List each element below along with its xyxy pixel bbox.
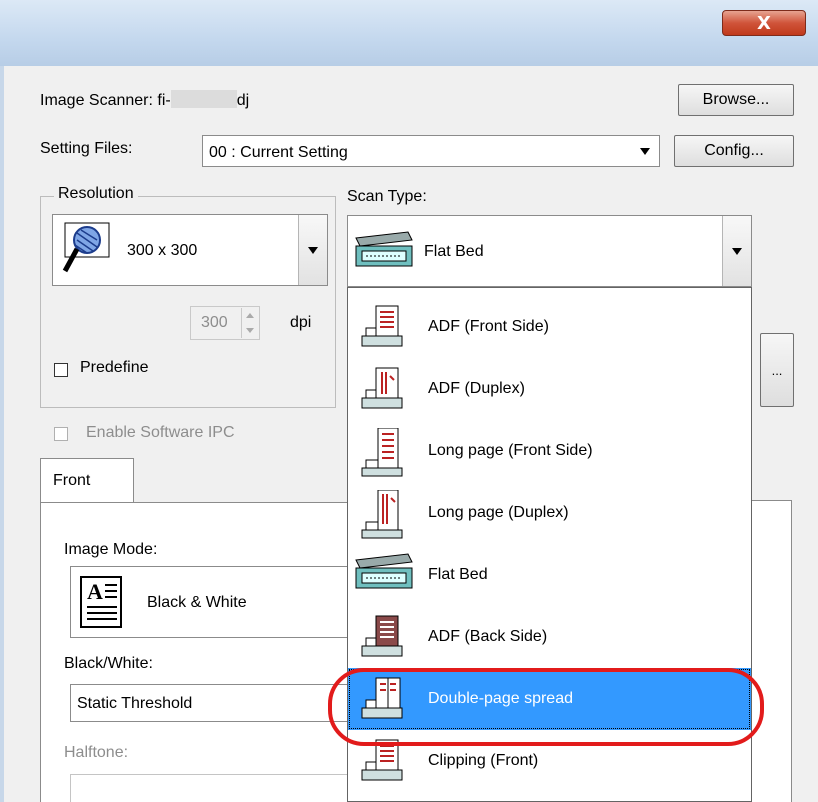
option-label: Flat Bed xyxy=(428,566,488,583)
black-white-select[interactable]: Static Threshold xyxy=(70,684,348,722)
chevron-down-icon xyxy=(640,148,650,155)
option-label: ADF (Front Side) xyxy=(428,318,549,335)
magnifier-icon xyxy=(62,222,110,273)
scan-type-select[interactable]: Flat Bed xyxy=(347,215,752,287)
scan-type-option-flatbed[interactable]: Flat Bed xyxy=(348,544,751,606)
scan-type-option-long-page-front[interactable]: Long page (Front Side) xyxy=(348,420,751,482)
resolution-select[interactable]: 300 x 300 xyxy=(52,214,328,286)
black-white-label: Black/White: xyxy=(64,655,153,672)
scan-type-value: Flat Bed xyxy=(424,243,484,260)
chevron-down-icon xyxy=(732,248,742,255)
adf-back-icon xyxy=(361,615,403,657)
title-bar xyxy=(0,0,818,66)
long-page-duplex-icon xyxy=(361,490,403,539)
software-ipc-label: Enable Software IPC xyxy=(86,424,235,441)
scanner-label-prefix: Image Scanner: fi- xyxy=(40,92,171,109)
long-page-front-icon xyxy=(361,428,403,477)
halftone-select[interactable] xyxy=(70,774,348,802)
image-mode-select[interactable]: A Black & White xyxy=(70,566,348,638)
resolution-dropdown-button[interactable] xyxy=(298,215,327,285)
scan-type-more-button[interactable]: ... xyxy=(760,333,794,407)
adf-front-icon xyxy=(361,305,403,347)
tab-panel-right xyxy=(752,500,792,802)
tab-divider xyxy=(134,502,348,503)
option-label: Long page (Front Side) xyxy=(428,442,593,459)
scan-type-option-adf-duplex[interactable]: ADF (Duplex) xyxy=(348,358,751,420)
setting-files-dropdown-button[interactable] xyxy=(631,136,659,166)
close-button[interactable]: X xyxy=(722,10,806,36)
scan-type-option-adf-front[interactable]: ADF (Front Side) xyxy=(348,296,751,358)
halftone-label: Halftone: xyxy=(64,744,129,761)
redacted-model xyxy=(170,90,237,108)
resolution-legend: Resolution xyxy=(54,184,138,204)
config-button[interactable]: Config... xyxy=(674,135,794,167)
chevron-down-icon xyxy=(308,247,318,254)
image-mode-label: Image Mode: xyxy=(64,541,158,558)
browse-button[interactable]: Browse... xyxy=(678,84,794,116)
option-label: ADF (Duplex) xyxy=(428,380,525,397)
tab-front-label: Front xyxy=(53,472,91,489)
scan-type-dropdown-button[interactable] xyxy=(722,216,751,286)
image-mode-value: Black & White xyxy=(147,594,247,611)
spin-up-icon[interactable] xyxy=(241,308,259,323)
setting-files-label: Setting Files: xyxy=(40,140,133,157)
scanner-label-suffix: dj xyxy=(236,92,250,109)
scan-type-option-adf-back[interactable]: ADF (Back Side) xyxy=(348,606,751,668)
option-label: Long page (Duplex) xyxy=(428,504,569,521)
dpi-spinner[interactable]: 300 xyxy=(190,306,260,340)
dpi-unit: dpi xyxy=(290,314,312,331)
setting-files-value: 00 : Current Setting xyxy=(209,144,348,161)
option-label: ADF (Back Side) xyxy=(428,628,548,645)
scan-type-label: Scan Type: xyxy=(347,188,427,205)
adf-duplex-icon xyxy=(361,367,403,409)
close-icon: X xyxy=(757,13,771,34)
predefine-checkbox[interactable] xyxy=(54,363,68,377)
setting-files-select[interactable]: 00 : Current Setting xyxy=(202,135,660,167)
window-border xyxy=(0,66,4,802)
dpi-value: 300 xyxy=(201,314,228,331)
text-document-icon: A xyxy=(80,576,122,628)
image-scanner-label: Image Scanner: fi-dj xyxy=(40,90,249,111)
resolution-value: 300 x 300 xyxy=(127,242,198,259)
predefine-label: Predefine xyxy=(80,359,149,376)
scan-type-option-long-page-duplex[interactable]: Long page (Duplex) xyxy=(348,482,751,544)
spin-down-icon[interactable] xyxy=(241,323,259,338)
black-white-value: Static Threshold xyxy=(77,695,193,712)
highlight-annotation xyxy=(328,668,764,746)
flatbed-icon xyxy=(355,553,413,589)
flatbed-icon xyxy=(355,231,413,267)
svg-text:A: A xyxy=(87,579,103,604)
tab-front[interactable]: Front xyxy=(40,458,134,504)
software-ipc-checkbox[interactable] xyxy=(54,427,68,441)
